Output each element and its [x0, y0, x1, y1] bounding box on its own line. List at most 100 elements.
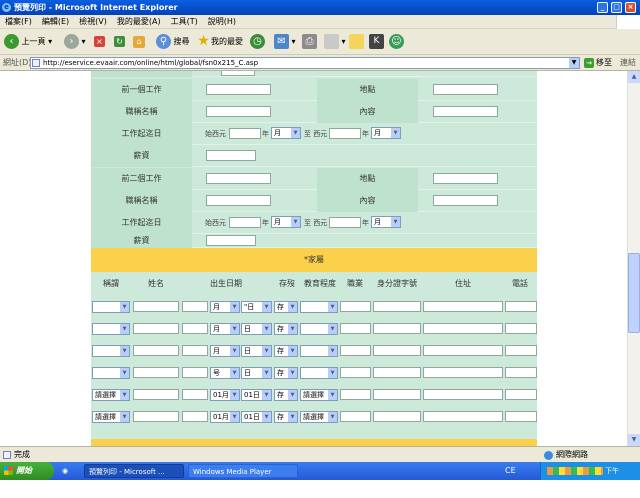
job1-to-month-select[interactable]: 月	[371, 127, 401, 139]
family-id-number-input[interactable]	[373, 345, 421, 356]
family-occupation-input[interactable]	[340, 345, 371, 356]
address-dropdown-icon[interactable]: ▼	[569, 58, 579, 68]
address-input[interactable]: http://eservice.evaair.com/online/html/g…	[30, 57, 580, 69]
family-address-input[interactable]	[423, 345, 503, 356]
family-birth-day-select[interactable]: 01日	[241, 389, 272, 401]
family-education-select[interactable]	[300, 367, 338, 379]
back-button[interactable]: ‹ 上一頁 ▾	[4, 33, 52, 51]
stop-button[interactable]: ×	[94, 33, 105, 51]
family-occupation-input[interactable]	[340, 323, 371, 334]
family-id-number-input[interactable]	[373, 301, 421, 312]
family-id-number-input[interactable]	[373, 389, 421, 400]
family-alive-select[interactable]: 存	[274, 301, 298, 313]
research-button[interactable]: K	[369, 33, 384, 51]
family-occupation-input[interactable]	[340, 389, 371, 400]
start-button[interactable]: 開始	[0, 462, 54, 480]
print-button[interactable]: ⎙	[302, 33, 317, 51]
family-phone-input[interactable]	[505, 345, 537, 356]
history-button[interactable]: ◷	[250, 33, 265, 51]
job2-company-input[interactable]	[206, 173, 271, 184]
family-name-input[interactable]	[133, 389, 179, 400]
family-alive-select[interactable]: 存	[274, 367, 298, 379]
family-name-input[interactable]	[133, 345, 179, 356]
quicklaunch-media-icon[interactable]: ◉	[62, 464, 74, 478]
family-occupation-input[interactable]	[340, 367, 371, 378]
job2-to-month-select[interactable]: 月	[371, 216, 401, 228]
family-birth-day-select[interactable]: 日	[241, 323, 272, 335]
family-relation-select[interactable]	[92, 323, 130, 335]
taskbar-ie-window[interactable]: 預覽列印 - Microsoft ...	[84, 464, 184, 478]
job2-to-year-input[interactable]	[329, 217, 361, 228]
family-birth-year-input[interactable]	[182, 367, 208, 378]
family-birth-day-select[interactable]: 日	[241, 367, 272, 379]
family-phone-input[interactable]	[505, 411, 537, 422]
text-field[interactable]	[221, 71, 255, 76]
job1-to-year-input[interactable]	[329, 128, 361, 139]
scroll-up-icon[interactable]: ▲	[628, 71, 640, 83]
family-birth-day-select[interactable]: 01日	[241, 411, 272, 423]
job2-salary-input[interactable]	[206, 235, 256, 246]
family-relation-select[interactable]	[92, 345, 130, 357]
refresh-button[interactable]: ↻	[114, 33, 125, 51]
menu-file[interactable]: 檔案(F)	[0, 15, 37, 29]
job1-salary-input[interactable]	[206, 150, 256, 161]
family-id-number-input[interactable]	[373, 367, 421, 378]
family-phone-input[interactable]	[505, 323, 537, 334]
go-button[interactable]: → 移至	[584, 55, 612, 71]
family-relation-select[interactable]	[92, 301, 130, 313]
family-birth-month-select[interactable]: 月	[210, 323, 240, 335]
family-relation-select[interactable]	[92, 367, 130, 379]
job1-company-input[interactable]	[206, 84, 271, 95]
family-id-number-input[interactable]	[373, 411, 421, 422]
family-address-input[interactable]	[423, 367, 503, 378]
family-relation-select[interactable]: 請選擇	[92, 411, 130, 423]
family-birth-month-select[interactable]: 01月	[210, 389, 240, 401]
job2-content-input[interactable]	[433, 195, 498, 206]
family-birth-day-select[interactable]: "日	[241, 301, 272, 313]
family-alive-select[interactable]: 存	[274, 389, 298, 401]
job1-from-year-input[interactable]	[229, 128, 261, 139]
family-name-input[interactable]	[133, 301, 179, 312]
favorites-button[interactable]: ★我的最愛	[196, 33, 243, 51]
menu-help[interactable]: 說明(H)	[203, 15, 241, 29]
family-id-number-input[interactable]	[373, 323, 421, 334]
search-button[interactable]: ⚲ 搜尋	[156, 33, 190, 51]
family-birth-year-input[interactable]	[182, 323, 208, 334]
menu-favorites[interactable]: 我的最愛(A)	[112, 15, 166, 29]
family-occupation-input[interactable]	[340, 411, 371, 422]
family-birth-month-select[interactable]: 01月	[210, 411, 240, 423]
family-phone-input[interactable]	[505, 301, 537, 312]
forward-button[interactable]: › ▾	[64, 33, 86, 51]
family-birth-year-input[interactable]	[182, 345, 208, 356]
family-address-input[interactable]	[423, 323, 503, 334]
notes-button[interactable]	[349, 33, 364, 51]
job2-from-month-select[interactable]: 月	[271, 216, 301, 228]
maximize-button[interactable]: □	[611, 2, 622, 13]
family-alive-select[interactable]: 存	[274, 411, 298, 423]
family-birth-month-select[interactable]: 月	[210, 345, 240, 357]
family-name-input[interactable]	[133, 323, 179, 334]
family-address-input[interactable]	[423, 389, 503, 400]
family-birth-year-input[interactable]	[182, 389, 208, 400]
mail-button[interactable]: ✉ ▾	[274, 33, 296, 51]
family-address-input[interactable]	[423, 301, 503, 312]
taskbar-media-player[interactable]: Windows Media Player	[188, 464, 298, 478]
family-birth-year-input[interactable]	[182, 411, 208, 422]
menu-tools[interactable]: 工具(T)	[166, 15, 203, 29]
family-occupation-input[interactable]	[340, 301, 371, 312]
links-button[interactable]: 連結	[620, 55, 636, 71]
job2-title-input[interactable]	[206, 195, 271, 206]
family-phone-input[interactable]	[505, 389, 537, 400]
job2-from-year-input[interactable]	[229, 217, 261, 228]
edit-button[interactable]: ▾	[324, 33, 346, 51]
job1-from-month-select[interactable]: 月	[271, 127, 301, 139]
family-education-select[interactable]: 請選擇	[300, 411, 338, 423]
family-alive-select[interactable]: 存	[274, 323, 298, 335]
tray-icons[interactable]	[547, 467, 603, 475]
family-phone-input[interactable]	[505, 367, 537, 378]
menu-view[interactable]: 檢視(V)	[74, 15, 112, 29]
vertical-scrollbar[interactable]: ▲ ▼	[627, 71, 640, 446]
family-education-select[interactable]	[300, 301, 338, 313]
language-indicator[interactable]: CE	[505, 462, 516, 480]
family-birth-month-select[interactable]: 月	[210, 301, 240, 313]
